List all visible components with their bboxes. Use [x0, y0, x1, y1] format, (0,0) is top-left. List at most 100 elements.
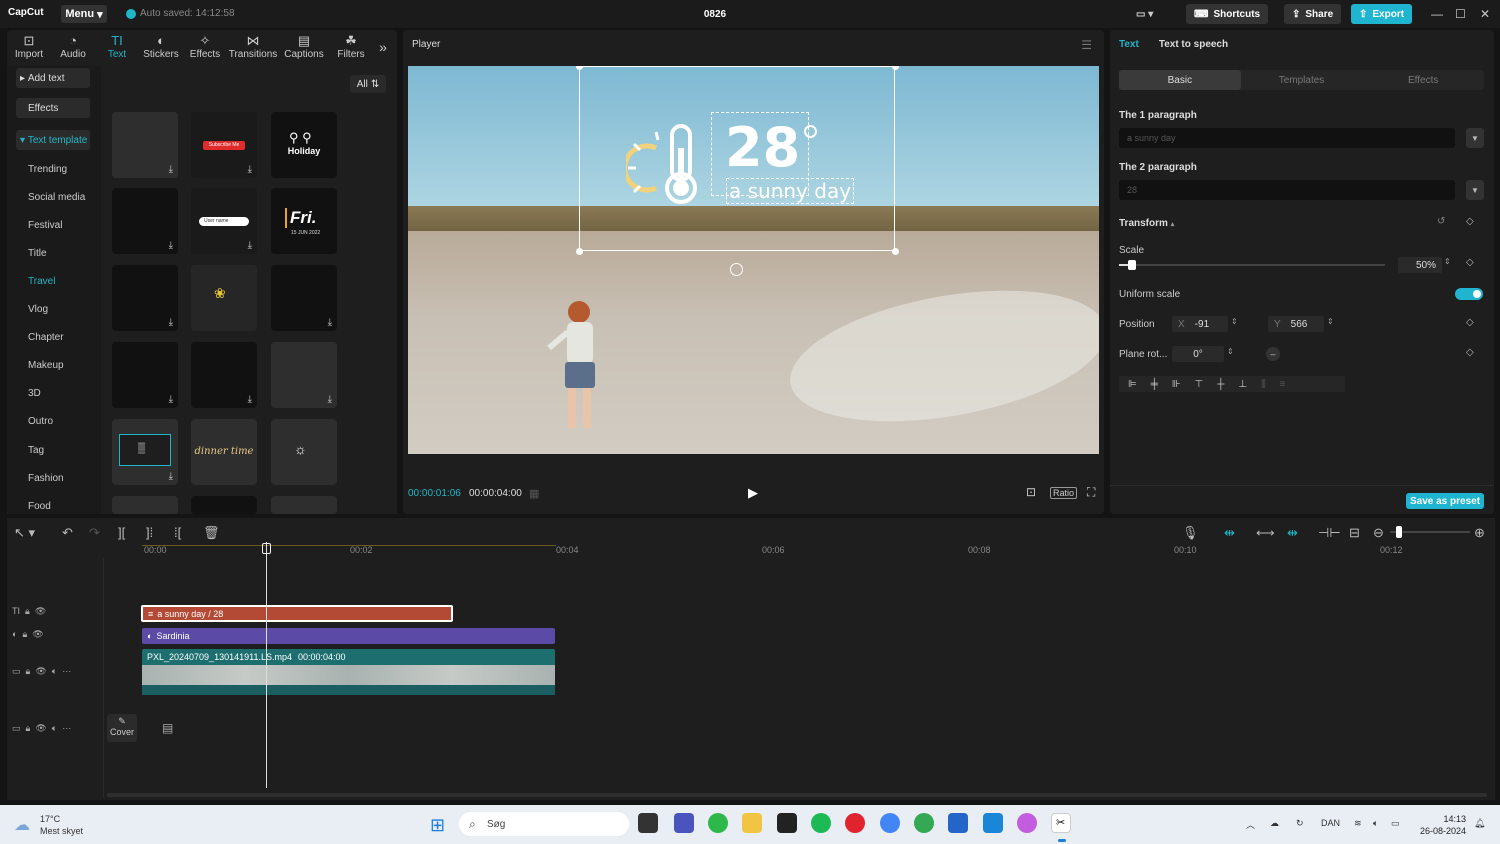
playhead-handle[interactable] [262, 543, 271, 554]
linkage-icon[interactable]: ⇹ [1287, 525, 1298, 541]
wifi-icon[interactable]: ≋ [1354, 818, 1362, 829]
app-icon[interactable] [1017, 813, 1037, 833]
resize-handle[interactable] [892, 248, 899, 255]
player-menu-icon[interactable]: ☰ [1081, 38, 1092, 52]
text-template-button[interactable]: ▾ Text template [16, 130, 90, 150]
category-3d[interactable]: 3D [28, 388, 41, 399]
template-tile[interactable] [112, 496, 178, 514]
category-fashion[interactable]: Fashion [28, 473, 64, 484]
battery-icon[interactable]: ▭ [1391, 818, 1400, 829]
video-clip[interactable]: PXL_20240709_130141911.LS.mp4 00:00:04:00 [142, 649, 555, 695]
template-tile[interactable]: ☼ [271, 419, 337, 485]
zoom-slider[interactable] [1390, 531, 1470, 533]
close-icon[interactable]: ✕ [1480, 7, 1490, 21]
tool-stickers[interactable]: ◐ Stickers [139, 30, 183, 64]
maximize-icon[interactable]: ☐ [1455, 7, 1466, 21]
undo-icon[interactable]: ↶ [62, 525, 73, 541]
onedrive-icon[interactable]: ☁ [1270, 818, 1279, 829]
uniform-scale-toggle[interactable] [1455, 288, 1483, 300]
playhead[interactable] [266, 542, 267, 788]
category-travel[interactable]: Travel [28, 276, 55, 287]
template-tile[interactable]: User name ⤓ [191, 188, 257, 254]
category-chapter[interactable]: Chapter [28, 332, 64, 343]
align-top-icon[interactable]: ⊤ [1195, 379, 1204, 390]
download-icon[interactable]: ⤓ [169, 471, 173, 482]
fullscreen-icon[interactable]: ⛶ [1087, 485, 1095, 500]
template-tile[interactable]: Fri. 15 JUN 2022 [271, 188, 337, 254]
more-icon[interactable]: ··· [62, 723, 71, 733]
keyframe-icon[interactable]: ◇ [1466, 317, 1474, 328]
tool-transitions[interactable]: ⋈ Transitions [227, 30, 279, 64]
lock-icon[interactable]: 🔒︎ [26, 666, 31, 676]
more-tools-icon[interactable]: » [373, 30, 393, 64]
windows-start-icon[interactable]: ⊞ [430, 815, 445, 836]
layout-button[interactable]: ▭ ▾ [1136, 4, 1153, 24]
video-canvas[interactable]: 28 a sunny day [408, 66, 1099, 454]
scale-slider-handle[interactable] [1128, 260, 1136, 270]
file-explorer-icon[interactable] [742, 813, 762, 833]
delete-icon[interactable]: 🗑︎ [203, 525, 220, 541]
category-vlog[interactable]: Vlog [28, 304, 48, 315]
mail-icon[interactable] [983, 813, 1003, 833]
save-as-preset-button[interactable]: Save as preset [1406, 493, 1484, 509]
chrome-icon[interactable] [880, 813, 900, 833]
eye-icon[interactable]: 👁︎ [35, 606, 46, 616]
align-bottom-icon[interactable]: ⊥ [1238, 379, 1247, 390]
microphone-icon[interactable]: 🎙︎ [1182, 525, 1199, 541]
align-center-v-icon[interactable]: ┼ [1217, 379, 1224, 390]
export-button[interactable]: ⇧ Export [1351, 4, 1413, 24]
task-view-icon[interactable] [638, 813, 658, 833]
tool-text[interactable]: TI Text [95, 30, 139, 64]
template-tile[interactable]: ⤓ [271, 342, 337, 408]
taskbar-clock[interactable]: 14:13 26-08-2024 [1416, 813, 1466, 837]
keyframe-icon[interactable]: ◇ [1466, 257, 1474, 268]
shortcuts-button[interactable]: ⌨ Shortcuts [1186, 4, 1269, 24]
subtab-basic[interactable]: Basic [1119, 70, 1241, 90]
template-tile[interactable]: ❀ [191, 265, 257, 331]
template-tile[interactable] [271, 496, 337, 514]
sync-icon[interactable]: ↻ [1296, 818, 1304, 829]
align-center-h-icon[interactable]: ╪ [1151, 379, 1158, 390]
stepper-icon[interactable]: ⇕ [1231, 317, 1238, 326]
download-icon[interactable]: ⤓ [328, 317, 332, 328]
chevron-up-icon[interactable]: ︿ [1246, 818, 1255, 831]
template-tile[interactable]: ⤓ [271, 265, 337, 331]
fit-timeline-icon[interactable]: ⊟ [1349, 525, 1360, 541]
speaker-icon[interactable]: 🔈︎ [52, 666, 57, 676]
taskbar-search[interactable]: ⌕ Søg [459, 812, 629, 836]
volume-icon[interactable]: 🔈︎ [1373, 818, 1378, 829]
sticker-clip[interactable]: ◐ Sardinia [142, 628, 555, 644]
paragraph1-input[interactable]: a sunny day [1119, 128, 1455, 148]
time-ruler[interactable]: 00:00 00:02 00:04 00:06 00:08 00:10 00:1… [144, 545, 1484, 559]
zoom-in-icon[interactable]: ⊕ [1474, 525, 1485, 541]
category-trending[interactable]: Trending [28, 164, 67, 175]
lock-icon[interactable]: 🔒︎ [22, 629, 27, 639]
cover-button[interactable]: ✎ Cover [107, 714, 137, 742]
template-tile[interactable]: ⤓ [112, 188, 178, 254]
template-tile[interactable] [191, 496, 257, 514]
template-tile-selected[interactable]: ▒ ⤓ [112, 419, 178, 485]
subtab-effects[interactable]: Effects [1362, 70, 1484, 90]
minimize-icon[interactable]: — [1431, 7, 1443, 21]
tab-text[interactable]: Text [1119, 39, 1139, 50]
download-icon[interactable]: ⤓ [248, 394, 252, 405]
tool-filters[interactable]: ☘ Filters [329, 30, 373, 64]
text-clip[interactable]: ≡ a sunny day / 28 [141, 605, 453, 622]
template-tile[interactable]: ⤓ [112, 342, 178, 408]
stepper-icon[interactable]: ⇕ [1327, 317, 1334, 326]
category-tag[interactable]: Tag [28, 445, 44, 456]
download-icon[interactable]: ⤓ [169, 394, 173, 405]
lock-icon[interactable]: 🔒︎ [26, 723, 31, 733]
stepper-icon[interactable]: ⇕ [1444, 257, 1451, 266]
tool-captions[interactable]: ▤ Captions [279, 30, 329, 64]
position-x-input[interactable]: X -91 [1172, 316, 1228, 332]
download-icon[interactable]: ⤓ [169, 317, 173, 328]
tab-text-to-speech[interactable]: Text to speech [1159, 39, 1228, 50]
split-left-icon[interactable]: ]⁞ [146, 525, 153, 540]
tool-audio[interactable]: ◔ Audio [51, 30, 95, 64]
main-track-magnet-icon[interactable]: ⇹ [1224, 525, 1235, 541]
horizontal-scrollbar[interactable] [107, 793, 1487, 797]
capcut-taskbar-icon[interactable]: ✂ [1051, 813, 1071, 833]
more-icon[interactable]: ··· [62, 666, 71, 676]
category-title[interactable]: Title [28, 248, 47, 259]
